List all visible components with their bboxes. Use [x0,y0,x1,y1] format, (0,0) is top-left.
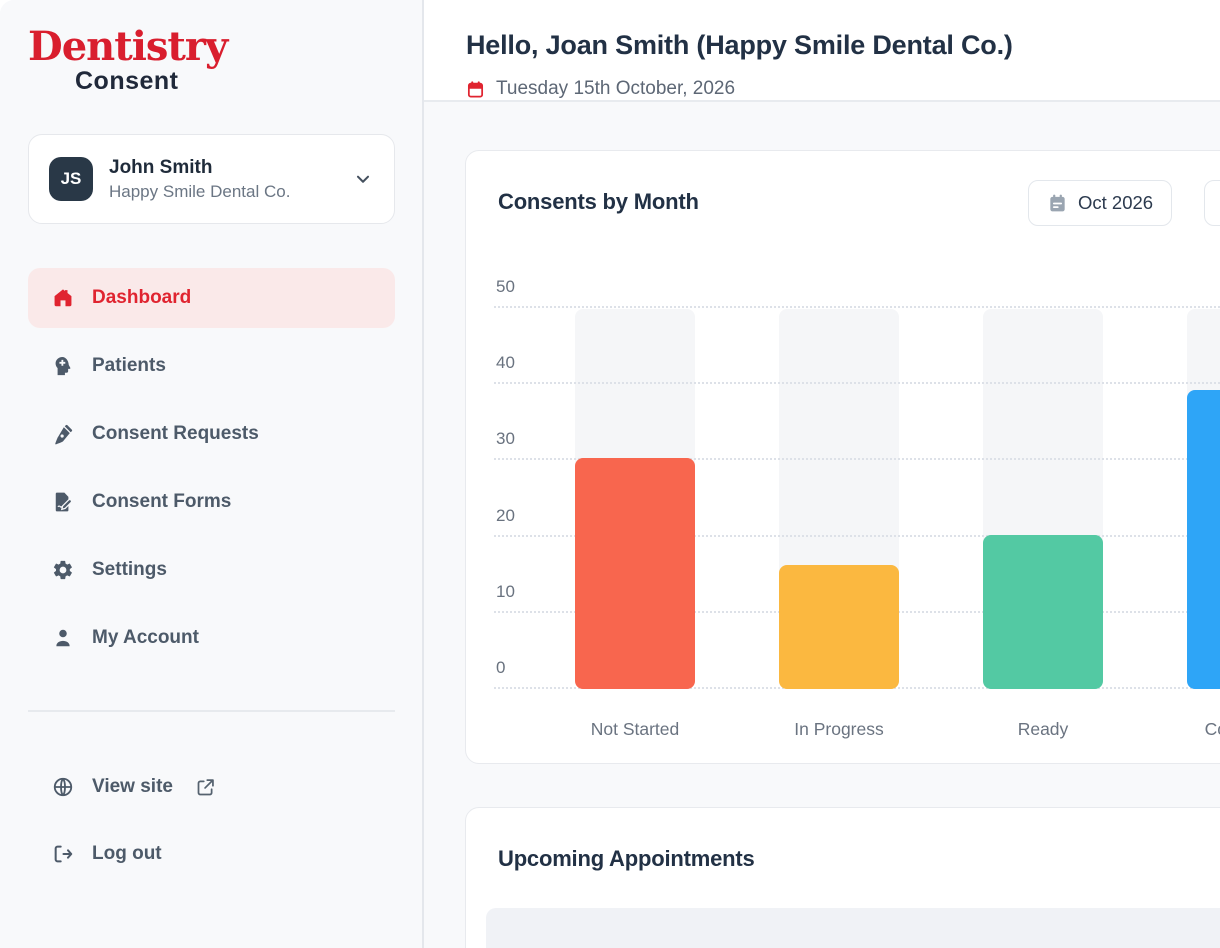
chevron-down-icon [352,168,374,190]
sidebar-item-settings[interactable]: Settings [28,540,395,600]
y-axis-tick-label: 30 [496,427,556,451]
sidebar-item-label: Settings [92,559,167,581]
sidebar-nav: Dashboard Patients Consent Requests Cons… [28,268,395,668]
view-site-link[interactable]: View site [28,756,395,818]
chart-bar-in-progress[interactable] [779,565,899,689]
x-axis-category-label: Not Started [555,719,715,740]
page-header: Hello, Joan Smith (Happy Smile Dental Co… [424,0,1220,102]
consents-by-month-card: Consents by Month Oct 2026 01020304050No… [465,150,1220,764]
y-axis-tick-label: 40 [496,351,556,375]
upcoming-appointments-card: Upcoming Appointments [465,807,1220,948]
sidebar-divider [28,710,395,712]
chart-bar-not-started[interactable] [575,458,695,689]
sidebar-item-label: Patients [92,355,166,377]
sidebar-item-label: Consent Requests [92,423,259,445]
log-out-button[interactable]: Log out [28,823,395,885]
sidebar-item-label: My Account [92,627,199,649]
home-icon [52,287,74,309]
app-root: Dentistry Consent JS John Smith Happy Sm… [0,0,1220,948]
appointments-title: Upcoming Appointments [498,846,755,872]
sidebar-item-consent-forms[interactable]: Consent Forms [28,472,395,532]
sidebar-item-patients[interactable]: Patients [28,336,395,396]
external-link-icon [195,777,216,798]
person-icon [52,627,74,649]
brand-name: Dentistry [28,26,395,68]
sidebar-item-label: Consent Forms [92,491,231,513]
y-axis-tick-label: 50 [496,275,556,299]
appointments-table-header [486,908,1220,948]
account-switcher[interactable]: JS John Smith Happy Smile Dental Co. [28,134,395,224]
sidebar-item-dashboard[interactable]: Dashboard [28,268,395,328]
log-out-label: Log out [92,843,162,865]
page-title: Hello, Joan Smith (Happy Smile Dental Co… [466,30,1220,61]
dashboard-content: Consents by Month Oct 2026 01020304050No… [424,102,1220,948]
sidebar-item-label: Dashboard [92,287,191,309]
y-axis-tick-label: 20 [496,504,556,528]
patient-head-cross-icon [52,355,74,377]
brand-product: Consent [75,68,395,94]
chart-gridline [494,306,1220,308]
gear-icon [52,559,74,581]
consents-bar-chart: 01020304050Not StartedIn ProgressReadyCo… [466,151,1220,763]
sidebar: Dentistry Consent JS John Smith Happy Sm… [0,0,424,948]
chart-bar-ready[interactable] [983,535,1103,689]
user-meta: John Smith Happy Smile Dental Co. [109,157,352,202]
avatar: JS [49,157,93,201]
document-edit-icon [52,491,74,513]
current-date: Tuesday 15th October, 2026 [466,78,1220,100]
y-axis-tick-label: 0 [496,656,556,680]
x-axis-category-label: Ready [963,719,1123,740]
current-date-label: Tuesday 15th October, 2026 [496,78,735,100]
x-axis-category-label: Completed [1167,719,1220,740]
logout-icon [52,843,74,865]
view-site-label: View site [92,776,173,798]
main-area: Hello, Joan Smith (Happy Smile Dental Co… [424,0,1220,948]
y-axis-tick-label: 10 [496,580,556,604]
sidebar-item-my-account[interactable]: My Account [28,608,395,668]
user-name: John Smith [109,157,352,179]
chart-bar-completed[interactable] [1187,390,1220,689]
chart-gridline [494,382,1220,384]
brand-logo: Dentistry Consent [28,26,395,94]
pen-nib-icon [52,423,74,445]
x-axis-category-label: In Progress [759,719,919,740]
user-organisation: Happy Smile Dental Co. [109,182,352,202]
sidebar-item-consent-requests[interactable]: Consent Requests [28,404,395,464]
calendar-icon [466,80,485,99]
globe-icon [52,776,74,798]
